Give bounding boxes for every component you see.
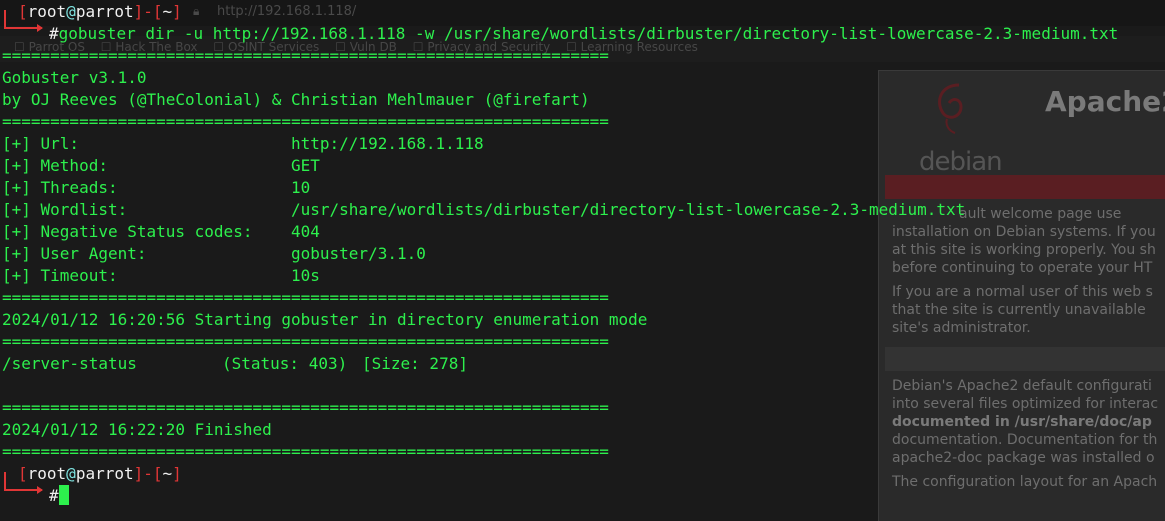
prompt-bracket: ]	[172, 2, 182, 21]
config-label: [+] Negative Status codes:	[2, 222, 253, 241]
prompt-at: @	[66, 2, 76, 21]
separator: ========================================…	[2, 398, 609, 417]
banner-authors: by OJ Reeves (@TheColonial) & Christian …	[2, 90, 590, 109]
prompt-dir: ~	[162, 464, 173, 483]
config-label: [+] Url:	[2, 134, 80, 153]
prompt-bracket: ]-[	[133, 2, 163, 21]
prompt-line: [root@parrot]-[~]	[18, 463, 182, 485]
separator: ========================================…	[2, 332, 609, 351]
prompt-at: @	[66, 464, 76, 483]
config-label: [+] User Agent:	[2, 244, 147, 263]
config-label: [+] Method:	[2, 156, 108, 175]
config-value: 10	[291, 178, 311, 197]
config-value: /usr/share/wordlists/dirbuster/directory…	[291, 200, 966, 219]
prompt-arrow-icon	[37, 486, 43, 494]
prompt-bracket: ]	[172, 464, 182, 483]
config-value: 404	[291, 222, 320, 241]
input-line[interactable]: #	[49, 485, 69, 507]
banner-version: Gobuster v3.1.0	[2, 68, 147, 87]
start-message: 2024/01/12 16:20:56 Starting gobuster in…	[2, 310, 648, 329]
terminal-output[interactable]: [root@parrot]-[~] #gobuster dir -u http:…	[0, 0, 1165, 512]
separator: ========================================…	[2, 112, 609, 131]
prompt-line: [root@parrot]-[~]	[18, 1, 182, 23]
separator: ========================================…	[2, 288, 609, 307]
terminal-cursor[interactable]	[58, 485, 69, 505]
prompt-arrow-icon	[37, 24, 43, 32]
separator: ========================================…	[2, 442, 609, 461]
result-path: /server-status	[2, 354, 137, 373]
config-label: [+] Wordlist:	[2, 200, 128, 219]
config-value: gobuster/3.1.0	[291, 244, 426, 263]
config-label: [+] Timeout:	[2, 266, 118, 285]
config-value: 10s	[291, 266, 320, 285]
prompt-dir: ~	[162, 2, 173, 21]
config-value: http://192.168.1.118	[291, 134, 484, 153]
command-line: #gobuster dir -u http://192.168.1.118 -w…	[49, 23, 1118, 45]
config-label: [+] Threads:	[2, 178, 118, 197]
prompt-hash: #	[49, 24, 59, 43]
prompt-host: parrot	[75, 2, 134, 21]
config-value: GET	[291, 156, 320, 175]
prompt-hash: #	[49, 486, 59, 505]
finish-message: 2024/01/12 16:22:20 Finished	[2, 420, 272, 439]
prompt-bracket: ]-[	[133, 464, 163, 483]
result-size: [Size: 278]	[362, 354, 468, 373]
prompt-host: parrot	[75, 464, 134, 483]
command-text: gobuster dir -u http://192.168.1.118 -w …	[58, 24, 1119, 43]
result-status: (Status: 403)	[222, 354, 348, 373]
separator: ========================================…	[2, 46, 609, 65]
